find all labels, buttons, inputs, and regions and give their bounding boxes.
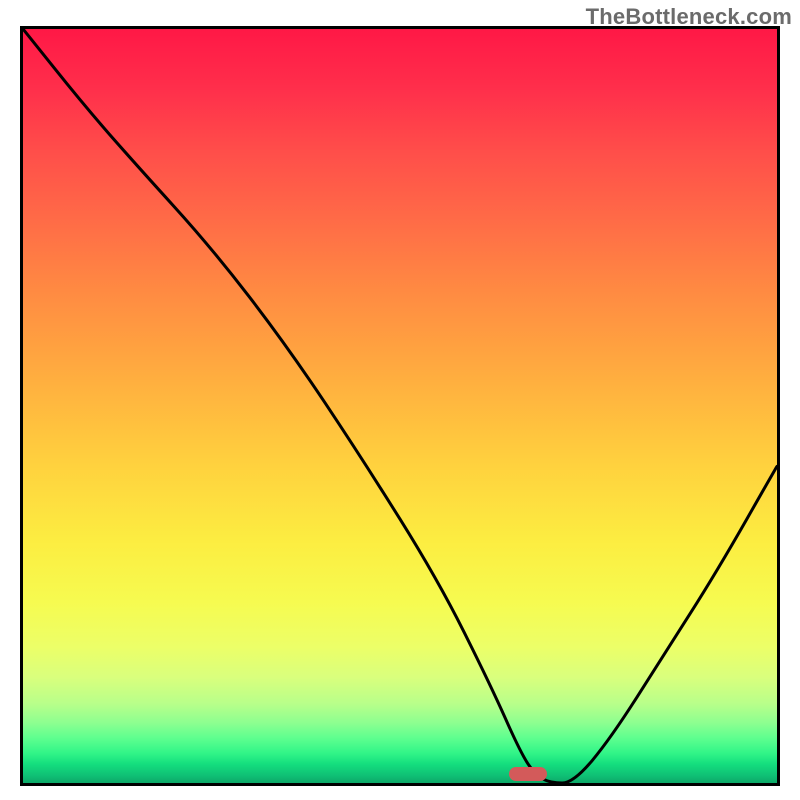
- gradient-background: [23, 29, 777, 783]
- plot-area: [20, 26, 780, 786]
- watermark-label: TheBottleneck.com: [586, 4, 792, 30]
- optimal-marker: [509, 767, 547, 781]
- chart-container: TheBottleneck.com: [0, 0, 800, 800]
